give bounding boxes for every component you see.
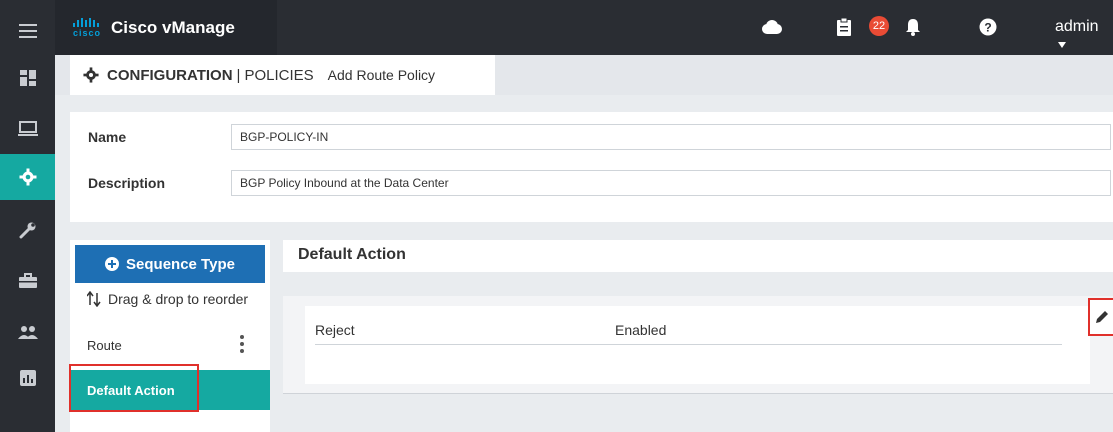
- sequence-type-label: Sequence Type: [126, 255, 235, 273]
- breadcrumb-section[interactable]: CONFIGURATION: [107, 67, 233, 84]
- cisco-logo-text: cisco: [73, 27, 102, 38]
- name-label: Name: [88, 129, 127, 145]
- left-nav-rail: [0, 0, 55, 432]
- default-action-title: Default Action: [298, 246, 406, 263]
- breadcrumb-subsection[interactable]: POLICIES: [244, 67, 313, 84]
- breadcrumb: CONFIGURATION | POLICIES Add Route Polic…: [70, 55, 495, 95]
- breadcrumb-bar: CONFIGURATION | POLICIES Add Route Polic…: [55, 55, 1113, 95]
- name-field[interactable]: [231, 124, 1111, 150]
- sequence-item-route[interactable]: Route: [70, 325, 270, 365]
- default-action-header: Default Action: [283, 240, 1113, 272]
- default-action-row: Reject Enabled: [305, 306, 1090, 384]
- description-field[interactable]: [231, 170, 1111, 196]
- drag-hint-text: Drag & drop to reorder: [108, 291, 249, 307]
- reorder-arrows-icon: [87, 291, 101, 307]
- more-options-icon[interactable]: [240, 335, 244, 353]
- cloud-icon[interactable]: [758, 14, 784, 40]
- policy-form: Name Description: [70, 112, 1113, 222]
- breadcrumb-separator: |: [236, 66, 241, 84]
- user-menu[interactable]: admin: [1055, 18, 1113, 54]
- menu-icon[interactable]: [0, 8, 55, 54]
- tools-wrench-icon[interactable]: [0, 207, 55, 253]
- tasks-clipboard-icon[interactable]: [831, 14, 857, 40]
- page-title: Add Route Policy: [327, 67, 436, 83]
- highlight-box: [69, 364, 199, 412]
- configuration-gear-icon[interactable]: [0, 154, 55, 200]
- analytics-chart-icon[interactable]: [0, 355, 55, 401]
- default-action-status: Enabled: [615, 322, 667, 338]
- drag-hint: Drag & drop to reorder: [87, 291, 248, 307]
- row-divider: [315, 344, 1062, 345]
- default-action-value: Reject: [315, 322, 355, 338]
- dashboard-icon[interactable]: [0, 55, 55, 101]
- app-title: Cisco vManage: [111, 17, 235, 37]
- administration-users-icon[interactable]: [0, 309, 55, 355]
- help-icon[interactable]: ?: [975, 14, 1001, 40]
- plus-circle-icon: [105, 257, 120, 271]
- pencil-icon: [1096, 311, 1108, 323]
- sequence-item-label: Route: [87, 337, 122, 353]
- description-label: Description: [88, 175, 166, 191]
- edit-button[interactable]: [1088, 298, 1113, 336]
- svg-text:?: ?: [984, 21, 991, 35]
- top-bar: cisco Cisco vManage 22 ? admin: [55, 0, 1113, 55]
- user-name: admin: [1055, 18, 1099, 35]
- brand[interactable]: cisco Cisco vManage: [55, 0, 277, 55]
- maintenance-briefcase-icon[interactable]: [0, 258, 55, 304]
- monitor-icon[interactable]: [0, 106, 55, 152]
- default-action-card: Reject Enabled: [283, 296, 1113, 394]
- configuration-gear-icon: [83, 67, 99, 83]
- notification-count-badge[interactable]: 22: [869, 16, 889, 36]
- cisco-logo: cisco: [73, 17, 102, 38]
- chevron-down-icon: [1058, 41, 1066, 48]
- sequence-type-button[interactable]: Sequence Type: [75, 245, 265, 283]
- bell-icon[interactable]: [900, 14, 926, 40]
